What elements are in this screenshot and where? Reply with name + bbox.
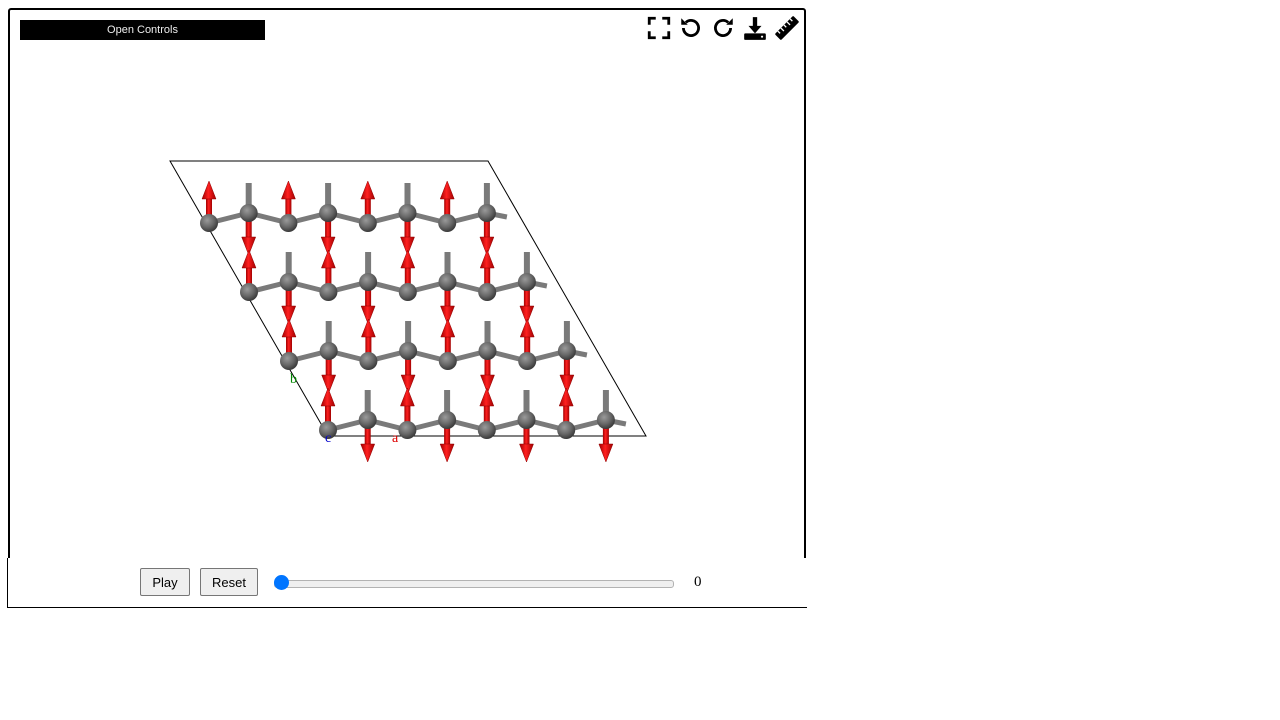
reset-button[interactable]: Reset: [200, 568, 258, 596]
spin-arrow-head: [281, 180, 296, 200]
atom[interactable]: [359, 352, 378, 370]
atom[interactable]: [478, 283, 497, 301]
atom[interactable]: [280, 352, 298, 370]
atom[interactable]: [478, 342, 497, 360]
frame-number: 0: [694, 574, 702, 590]
spin-arrow-head: [479, 249, 495, 269]
spin-arrow-head: [281, 318, 297, 338]
atom[interactable]: [517, 411, 536, 429]
spin-arrow-head: [321, 249, 336, 269]
spin-arrow-head: [598, 443, 614, 463]
atom[interactable]: [200, 214, 218, 232]
spin-arrow-head: [558, 387, 574, 407]
atom[interactable]: [398, 283, 417, 301]
spin-arrow-head: [360, 180, 376, 200]
frame-slider[interactable]: [274, 572, 674, 594]
spin-arrow-head: [241, 249, 257, 269]
spin-arrow-head: [360, 443, 376, 463]
atom[interactable]: [319, 283, 338, 301]
atom[interactable]: [358, 214, 377, 232]
axis-label-b: b: [290, 372, 297, 387]
slider-thumb[interactable]: [274, 575, 289, 590]
spin-arrow-head: [519, 318, 535, 338]
atom[interactable]: [557, 421, 576, 439]
atom[interactable]: [517, 273, 536, 291]
atom[interactable]: [438, 411, 457, 429]
atom[interactable]: [398, 421, 417, 439]
crystal-structure-canvas[interactable]: a b c: [10, 10, 804, 558]
axis-label-c: c: [325, 431, 331, 446]
spin-arrow-head: [479, 387, 495, 407]
atom[interactable]: [239, 204, 258, 222]
atom[interactable]: [398, 204, 417, 222]
atom[interactable]: [477, 204, 496, 222]
atom[interactable]: [319, 204, 338, 222]
spin-arrow-head: [400, 249, 416, 269]
spin-arrow-head: [439, 443, 455, 463]
slider-track: [274, 580, 674, 588]
animation-controls: Play Reset 0: [7, 558, 807, 608]
atom[interactable]: [319, 342, 338, 360]
spin-arrow-head: [201, 180, 217, 200]
atom[interactable]: [438, 352, 457, 370]
spin-arrow-head: [440, 318, 456, 338]
atom[interactable]: [240, 283, 258, 301]
play-button[interactable]: Play: [140, 568, 190, 596]
spin-arrow-head: [361, 318, 376, 338]
atom[interactable]: [438, 214, 457, 232]
atom[interactable]: [596, 411, 615, 429]
atom[interactable]: [279, 273, 298, 291]
spin-arrow-head: [519, 443, 534, 463]
axis-label-a: a: [392, 431, 399, 446]
spin-arrow-head: [400, 387, 415, 407]
atom[interactable]: [358, 411, 377, 429]
atom[interactable]: [399, 342, 418, 360]
atom[interactable]: [557, 342, 576, 360]
spin-arrow-head: [320, 387, 336, 407]
atom[interactable]: [438, 273, 457, 291]
atom[interactable]: [359, 273, 378, 291]
atom[interactable]: [477, 421, 496, 439]
spin-arrow-head: [439, 180, 455, 200]
atom[interactable]: [518, 352, 537, 370]
atom[interactable]: [279, 214, 298, 232]
structure-viewer[interactable]: Open Controls a b c: [8, 8, 806, 608]
